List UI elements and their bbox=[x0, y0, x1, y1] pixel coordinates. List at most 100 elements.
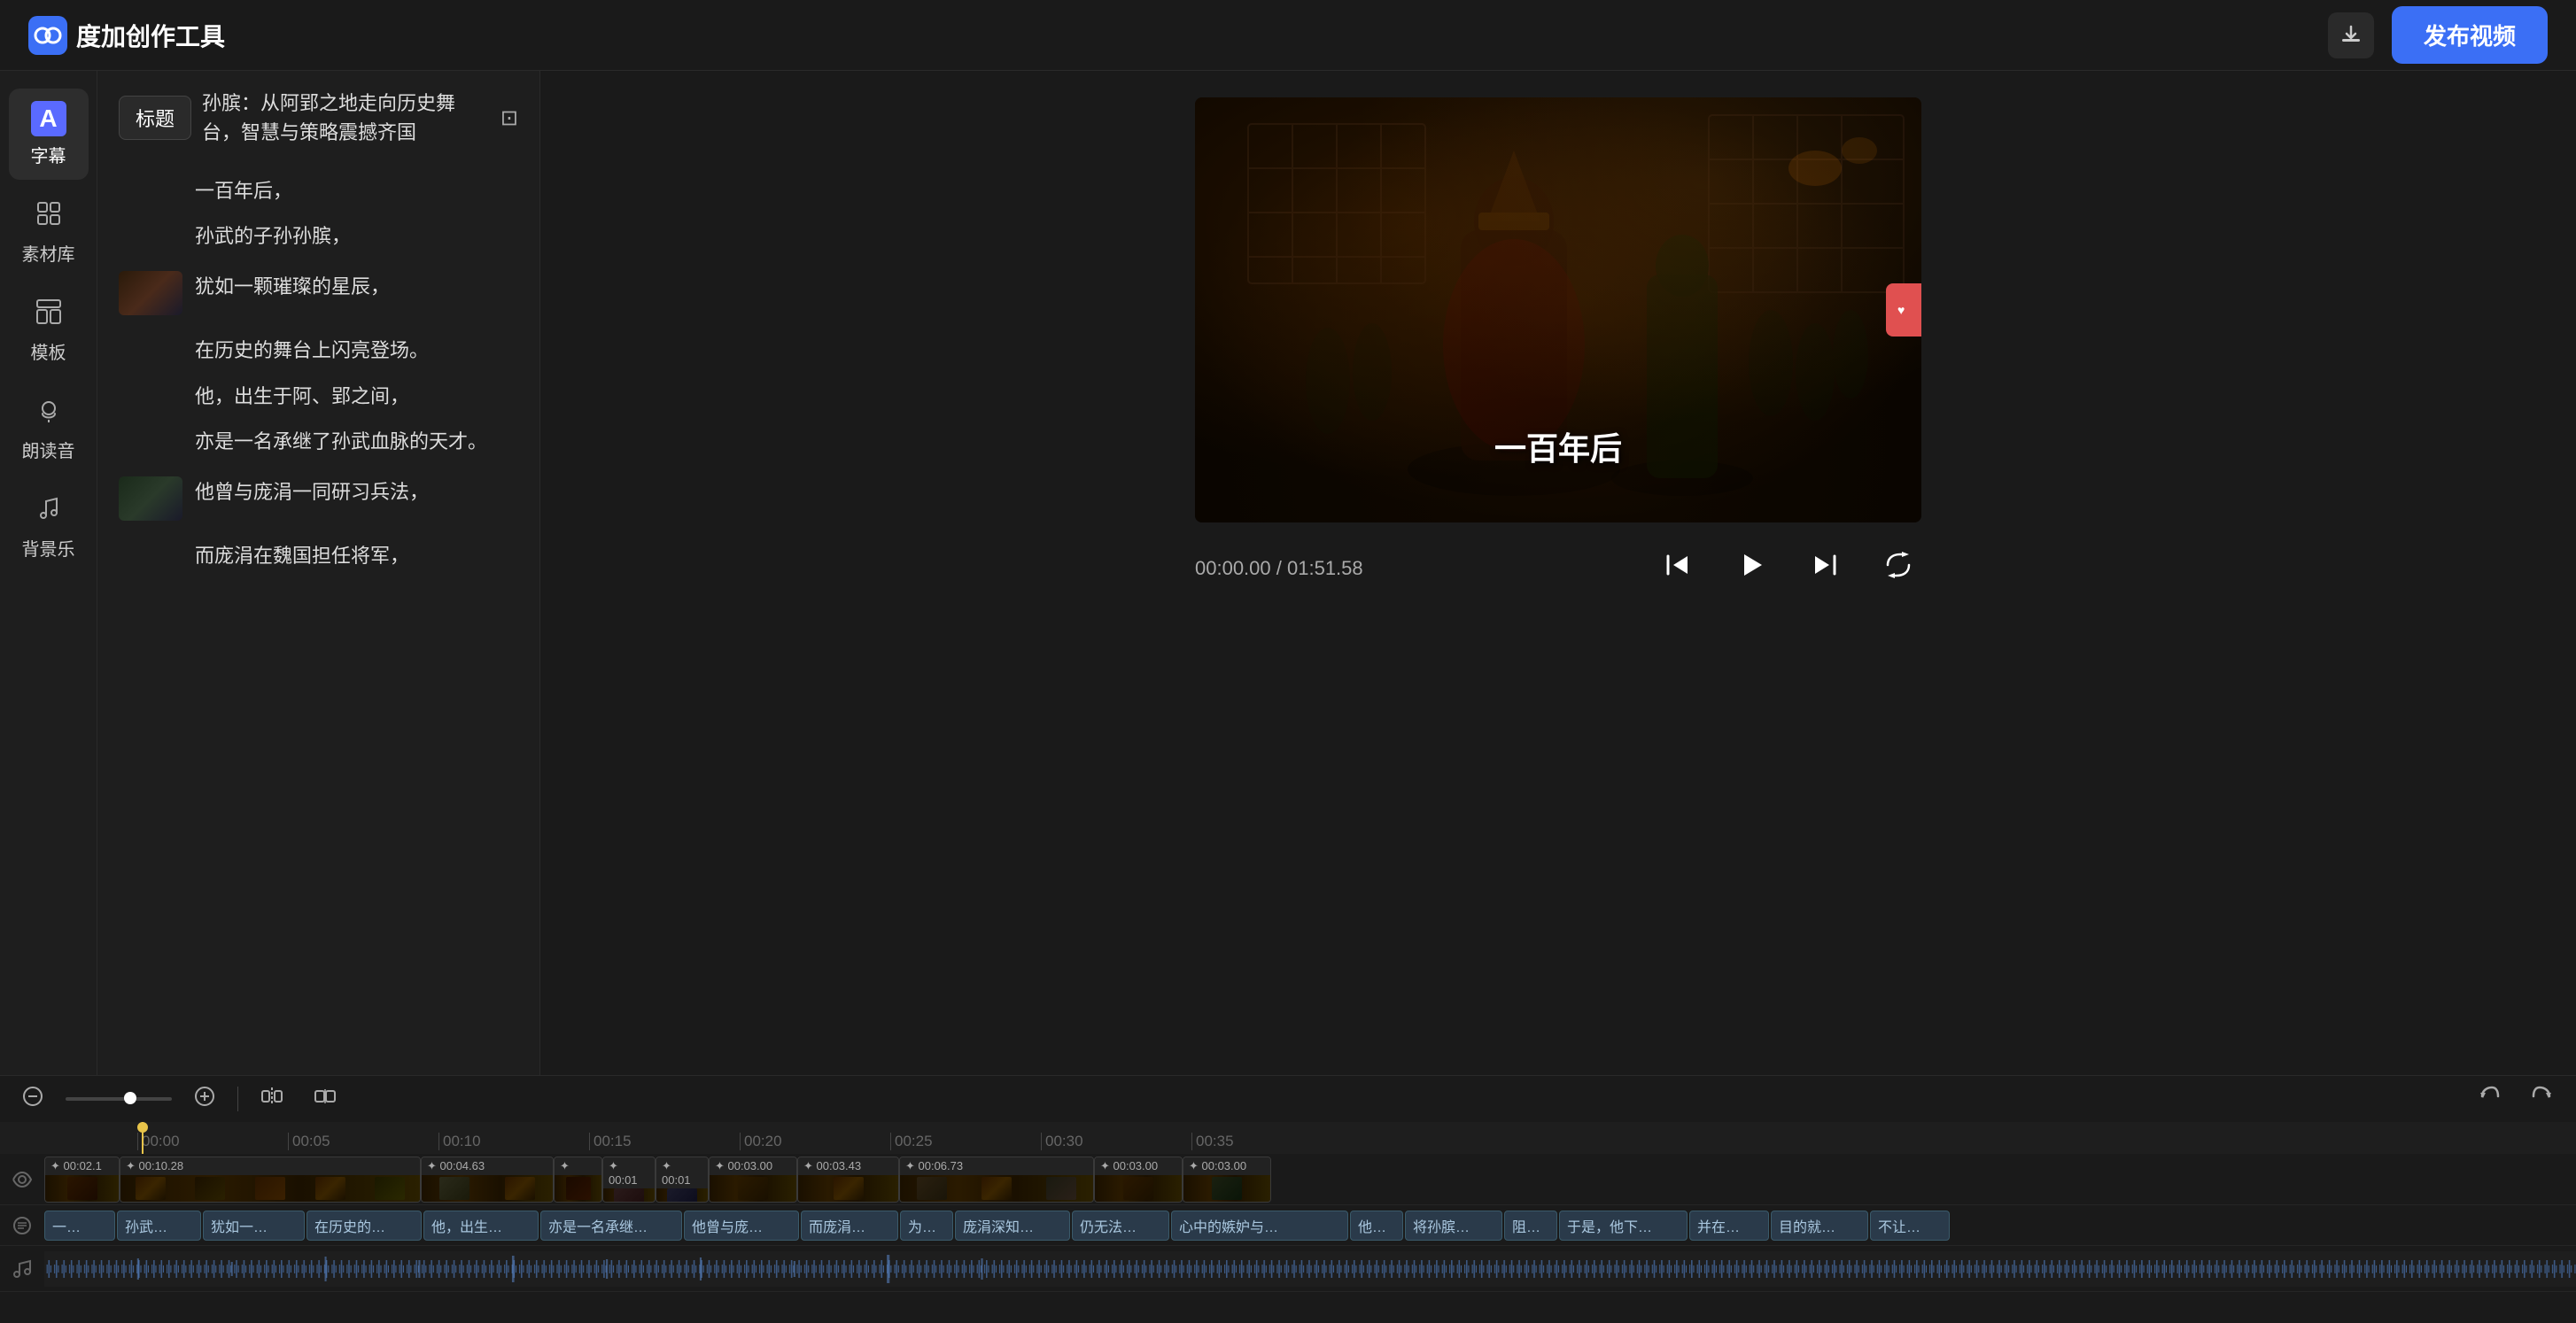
video-clip[interactable]: ✦ 00:04.63 bbox=[421, 1157, 554, 1203]
undo-button[interactable] bbox=[2470, 1080, 2509, 1118]
video-clip[interactable]: ✦ 00:01 bbox=[656, 1157, 709, 1203]
subtitle-clip[interactable]: 为… bbox=[900, 1211, 953, 1241]
clip-duration: ✦ 00:04.63 bbox=[427, 1159, 485, 1173]
subtitle-clip[interactable]: 孙武… bbox=[117, 1211, 201, 1241]
app-title: 度加创作工具 bbox=[76, 18, 225, 53]
subtitle-clip[interactable]: 一… bbox=[44, 1211, 115, 1241]
template-icon bbox=[35, 298, 63, 333]
clip-thumbs bbox=[1183, 1175, 1270, 1202]
subtitle-clip[interactable]: 而庞涓… bbox=[801, 1211, 898, 1241]
sub-clip-text: 仍无法… bbox=[1080, 1215, 1137, 1236]
clip-duration: ✦ 00:01 bbox=[609, 1159, 649, 1187]
list-item[interactable]: 一百年后， bbox=[97, 168, 539, 213]
subtitle-thumb bbox=[119, 476, 182, 521]
clip-duration: ✦ bbox=[560, 1159, 570, 1173]
clip-frame bbox=[1123, 1177, 1153, 1200]
ruler-marks: 00:00 00:05 00:10 00:15 00:20 00:25 00:3… bbox=[137, 1133, 1342, 1150]
sidebar-item-subtitle[interactable]: A 字幕 bbox=[9, 89, 89, 180]
sidebar-item-bgmusic[interactable]: 背景乐 bbox=[9, 482, 89, 573]
subtitle-clip[interactable]: 不让… bbox=[1870, 1211, 1950, 1241]
list-item[interactable]: 在历史的舞台上闪亮登场。 bbox=[97, 328, 539, 373]
video-clip[interactable]: ✦ 00:03.00 bbox=[709, 1157, 797, 1203]
publish-button[interactable]: 发布视频 bbox=[2392, 6, 2548, 64]
list-item[interactable]: 亦是一名承继了孙武血脉的天才。 bbox=[97, 419, 539, 464]
video-clip[interactable]: ✦ 00:03.43 bbox=[797, 1157, 899, 1203]
skip-back-button[interactable] bbox=[1654, 542, 1700, 595]
list-item[interactable]: 他，出生于阿、郢之间， bbox=[97, 374, 539, 419]
timeline-tracks: ✦ 00:02.1 ✦ 00:10.28 bbox=[0, 1154, 2576, 1323]
clip-header: ✦ 00:03.00 bbox=[710, 1157, 796, 1175]
right-panel-button[interactable]: ♥ bbox=[1886, 283, 1921, 337]
video-controls: 00:00.00 / 01:51.58 bbox=[1195, 540, 1921, 597]
video-clips-row: ✦ 00:02.1 ✦ 00:10.28 bbox=[44, 1154, 1271, 1205]
split-button[interactable] bbox=[252, 1080, 291, 1118]
list-item[interactable]: 犹如一颗璀璨的星辰， bbox=[97, 259, 539, 328]
list-item[interactable]: 而庞涓在魏国担任将军， bbox=[97, 533, 539, 578]
subtitle-clip[interactable]: 庞涓深知… bbox=[955, 1211, 1070, 1241]
skip-forward-button[interactable] bbox=[1803, 542, 1849, 595]
subtitle-clip[interactable]: 亦是一名承继… bbox=[540, 1211, 682, 1241]
video-clip[interactable]: ✦ 00:02.1 bbox=[44, 1157, 120, 1203]
sub-clip-text: 一… bbox=[52, 1215, 81, 1236]
subtitle-clip[interactable]: 他… bbox=[1350, 1211, 1403, 1241]
timeline-playhead[interactable] bbox=[142, 1122, 144, 1154]
clip-frame bbox=[315, 1177, 345, 1200]
redo-button[interactable] bbox=[2523, 1080, 2562, 1118]
zoom-slider[interactable] bbox=[66, 1097, 172, 1101]
materials-label: 素材库 bbox=[22, 240, 75, 266]
subtitle-clip[interactable]: 他曾与庞… bbox=[684, 1211, 799, 1241]
sub-clip-text: 他… bbox=[1358, 1215, 1386, 1236]
subtitle-clip[interactable]: 犹如一… bbox=[203, 1211, 305, 1241]
clip-header: ✦ 00:03.00 bbox=[1183, 1157, 1270, 1175]
clip-duration: ✦ 00:06.73 bbox=[905, 1159, 963, 1173]
video-clip[interactable]: ✦ 00:10.28 bbox=[120, 1157, 421, 1203]
download-button[interactable] bbox=[2328, 12, 2374, 58]
clip-thumbs bbox=[656, 1188, 708, 1203]
clip-header: ✦ 00:01 bbox=[603, 1157, 655, 1188]
header: 度加创作工具 发布视频 bbox=[0, 0, 2576, 71]
timeline-area: 00:00 00:05 00:10 00:15 00:20 00:25 00:3… bbox=[0, 1075, 2576, 1323]
right-panel-icon: ♥ bbox=[1895, 301, 1913, 319]
snap-button[interactable] bbox=[306, 1080, 345, 1118]
play-button[interactable] bbox=[1726, 540, 1776, 597]
clip-frame bbox=[375, 1177, 405, 1200]
subtitle-clip[interactable]: 并在… bbox=[1689, 1211, 1769, 1241]
subtitle-clip[interactable]: 目的就… bbox=[1771, 1211, 1868, 1241]
video-clip[interactable]: ✦ 00:01 bbox=[602, 1157, 656, 1203]
video-clip[interactable]: ✦ bbox=[554, 1157, 602, 1203]
subtitle-clip[interactable]: 心中的嫉妒与不平… bbox=[1171, 1211, 1348, 1241]
clip-frame bbox=[667, 1188, 697, 1203]
clip-frame bbox=[1212, 1177, 1242, 1200]
expand-icon[interactable]: ⊡ bbox=[500, 105, 518, 131]
subtitle-clip[interactable]: 阻… bbox=[1504, 1211, 1557, 1241]
repeat-button[interactable] bbox=[1875, 542, 1921, 595]
clip-frame bbox=[505, 1177, 535, 1200]
zoom-in-button[interactable] bbox=[186, 1081, 223, 1118]
sidebar-item-materials[interactable]: 素材库 bbox=[9, 187, 89, 278]
clip-duration: ✦ 00:03.43 bbox=[803, 1159, 861, 1173]
subtitle-clip[interactable]: 仍无法… bbox=[1072, 1211, 1169, 1241]
list-item[interactable]: 他曾与庞涓一同研习兵法， bbox=[97, 464, 539, 533]
clip-frame bbox=[195, 1177, 225, 1200]
subtitle-clip[interactable]: 在历史的… bbox=[306, 1211, 422, 1241]
clip-header: ✦ 00:06.73 bbox=[900, 1157, 1093, 1175]
subtitle-clip[interactable]: 将孙膑… bbox=[1405, 1211, 1502, 1241]
subtitle-clip[interactable]: 他，出生… bbox=[423, 1211, 539, 1241]
zoom-handle[interactable] bbox=[124, 1092, 136, 1104]
zoom-out-icon bbox=[21, 1085, 44, 1108]
ruler-mark: 00:10 bbox=[438, 1133, 589, 1150]
video-clip[interactable]: ✦ 00:06.73 bbox=[899, 1157, 1094, 1203]
subtitle-list: 一百年后， 孙武的子孙孙膑， 犹如一颗璀璨的星辰， 在历史的舞台上闪亮登场。 他… bbox=[97, 159, 539, 1075]
subtitle-clip[interactable]: 于是，他下… bbox=[1559, 1211, 1688, 1241]
video-clip[interactable]: ✦ 00:03.00 bbox=[1183, 1157, 1271, 1203]
audio-track-label bbox=[0, 1258, 44, 1280]
clip-header: ✦ 00:02.1 bbox=[45, 1157, 119, 1175]
redo-icon bbox=[2530, 1084, 2555, 1109]
video-clip[interactable]: ✦ 00:03.00 bbox=[1094, 1157, 1183, 1203]
sidebar-item-voiceover[interactable]: 朗读音 bbox=[9, 383, 89, 475]
clip-frame bbox=[917, 1177, 947, 1200]
subtitle-header: 标题 孙膑：从阿郢之地走向历史舞台，智慧与策略震撼齐国 ⊡ bbox=[97, 71, 539, 159]
sidebar-item-template[interactable]: 模板 bbox=[9, 285, 89, 376]
list-item[interactable]: 孙武的子孙孙膑， bbox=[97, 213, 539, 259]
zoom-out-button[interactable] bbox=[14, 1081, 51, 1118]
